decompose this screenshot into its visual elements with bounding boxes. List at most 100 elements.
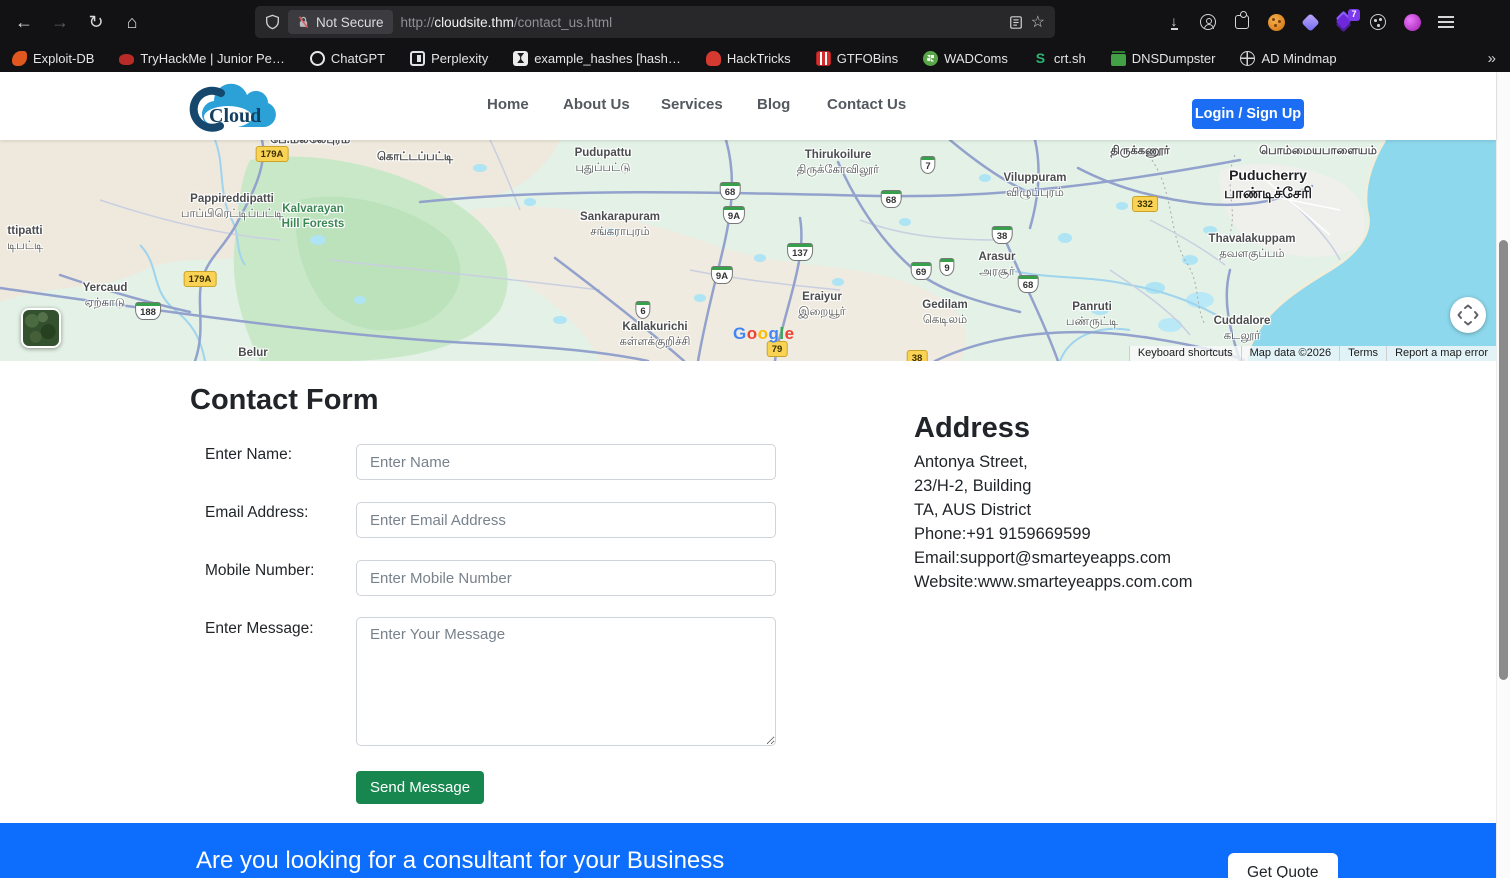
cloud-logo[interactable]: Cloud [186, 76, 284, 136]
security-chip[interactable]: Not Secure [288, 10, 393, 34]
tracking-shield-icon[interactable] [265, 14, 280, 30]
bookmark-item[interactable]: GTFOBins [816, 51, 898, 66]
google-logo-letter: g [769, 324, 780, 343]
pan-arrows-icon [1457, 304, 1479, 326]
google-logo-letter: e [785, 324, 795, 343]
browser-toolbar: ← → ↻ ⌂ Not Secure http://cloudsite.thm/… [0, 0, 1510, 44]
map-attribution-link[interactable]: Terms [1339, 346, 1386, 361]
toolbar-extensions: ↓ 7 [1164, 0, 1456, 44]
menu-icon[interactable] [1436, 12, 1456, 32]
page-content: Cloud Home About Us Services Blog Contact Us… [0, 72, 1510, 878]
satellite-view-toggle[interactable] [21, 308, 61, 348]
back-icon[interactable]: ← [10, 8, 38, 36]
downloads-icon[interactable]: ↓ [1164, 12, 1184, 32]
google-logo[interactable]: Google [733, 324, 795, 344]
contact-form-heading: Contact Form [190, 384, 379, 417]
map-pan-control[interactable] [1450, 297, 1486, 333]
road-badge: 38 [907, 350, 928, 361]
bookmark-item[interactable]: crt.sh [1033, 51, 1086, 66]
page-scrollbar-thumb[interactable] [1499, 240, 1508, 680]
bookmark-item[interactable]: Perplexity [410, 51, 488, 66]
broken-lock-icon [297, 15, 310, 29]
road-badge: 137 [787, 243, 813, 261]
bookmark-label: WADComs [944, 51, 1008, 66]
nav-link[interactable]: Services [661, 96, 723, 113]
mobile-input[interactable] [356, 560, 776, 596]
bookmark-label: GTFOBins [837, 51, 898, 66]
map-place-label: Viluppuramவிழுப்புரம் [1003, 171, 1066, 201]
bookmark-item[interactable]: AD Mindmap [1240, 51, 1336, 66]
bookmark-item[interactable]: DNSDumpster [1111, 51, 1216, 66]
google-map[interactable]: பே.மல்லேபுரம் கொட்டப்பட்டி Pudupattuபுது… [0, 140, 1496, 361]
map-attribution-link[interactable]: Keyboard shortcuts [1129, 346, 1241, 361]
map-place-label: திருக்கணூர் [1110, 144, 1169, 159]
security-label: Not Secure [316, 15, 384, 30]
bookmark-label: example_hashes [hash… [534, 51, 681, 66]
bookmark-favicon [1033, 51, 1048, 66]
address-line: 23/H-2, Building [914, 474, 1192, 498]
map-place-label: Yercaudஏற்காடு [83, 281, 128, 311]
address-bar[interactable]: Not Secure http://cloudsite.thm/contact_… [255, 6, 1055, 38]
bookmark-item[interactable]: example_hashes [hash… [513, 51, 681, 66]
account-icon[interactable] [1198, 12, 1218, 32]
gradient-diamond-extension-icon[interactable] [1300, 12, 1320, 32]
reload-icon[interactable]: ↻ [82, 8, 110, 36]
road-badge: 179A [184, 271, 217, 287]
bookmark-label: AD Mindmap [1261, 51, 1336, 66]
map-place-label: Pappireddipattiபாப்பிரெட்டிப்பட்டி [181, 192, 283, 222]
reader-view-icon[interactable] [1009, 15, 1023, 30]
bookmark-item[interactable]: ChatGPT [310, 51, 385, 66]
bookmark-star-icon[interactable]: ☆ [1031, 12, 1045, 32]
email-input[interactable] [356, 502, 776, 538]
message-textarea[interactable] [356, 617, 776, 746]
bookmark-favicon [513, 51, 528, 66]
road-badge: 332 [1132, 196, 1158, 212]
bookmark-item[interactable]: TryHackMe | Junior Pe… [119, 51, 285, 66]
bookmark-favicon [12, 51, 27, 66]
map-place-label: Thavalakuppamதவளகுப்பம் [1209, 232, 1296, 262]
url-text[interactable]: http://cloudsite.thm/contact_us.html [401, 15, 613, 30]
wappalyzer-extension-icon[interactable]: 7 [1334, 12, 1354, 32]
road-badge: 38 [992, 226, 1013, 244]
bookmark-label: DNSDumpster [1132, 51, 1216, 66]
cookie-extension-icon[interactable] [1368, 12, 1388, 32]
google-logo-letter: o [747, 324, 758, 343]
bookmark-favicon [816, 51, 831, 66]
map-attribution-link[interactable]: Report a map error [1386, 346, 1496, 361]
bookmark-item[interactable]: Exploit-DB [12, 51, 94, 66]
address-line: Website:www.smarteyeapps.com.com [914, 570, 1192, 594]
bookmark-label: ChatGPT [331, 51, 385, 66]
nav-link[interactable]: Contact Us [827, 96, 906, 113]
bookmark-item[interactable]: WADComs [923, 51, 1008, 66]
bookmark-label: Exploit-DB [33, 51, 94, 66]
proxy-extension-icon[interactable] [1402, 12, 1422, 32]
road-badge: 179A [256, 146, 289, 162]
bookmark-label: HackTricks [727, 51, 791, 66]
forward-icon[interactable]: → [46, 8, 74, 36]
map-place-label: Kallakurichiகள்ளக்குறிச்சி [620, 320, 691, 350]
bookmarks-overflow-icon[interactable]: » [1488, 44, 1496, 72]
pizza-extension-icon[interactable] [1266, 12, 1286, 32]
get-quote-button[interactable]: Get Quote [1228, 853, 1338, 878]
extensions-puzzle-icon[interactable] [1232, 12, 1252, 32]
map-place-label: Puducherryபாண்டிச்சேரி [1224, 166, 1312, 204]
extension-count-badge: 7 [1348, 9, 1360, 21]
map-place-label: Gedilamகெடிலம் [922, 298, 967, 328]
google-logo-letter: o [758, 324, 769, 343]
nav-link[interactable]: Blog [757, 96, 790, 113]
bookmark-item[interactable]: HackTricks [706, 51, 791, 66]
nav-link[interactable]: About Us [563, 96, 630, 113]
bookmark-favicon [119, 54, 134, 65]
login-signup-button[interactable]: Login / Sign Up [1192, 99, 1304, 129]
address-line: Antonya Street, [914, 450, 1192, 474]
map-place-label: Panrutiபண்ருட்டி [1066, 300, 1118, 330]
cta-band: Are you looking for a consultant for you… [0, 823, 1496, 878]
map-attribution-link[interactable]: Map data ©2026 [1241, 346, 1340, 361]
nav-link[interactable]: Home [487, 96, 529, 113]
map-place-label: Pudupattuபுதுப்பட்டு [575, 146, 632, 176]
name-input[interactable] [356, 444, 776, 480]
home-icon[interactable]: ⌂ [118, 8, 146, 36]
send-message-button[interactable]: Send Message [356, 771, 484, 804]
address-block: Antonya Street,23/H-2, BuildingTA, AUS D… [914, 450, 1192, 594]
road-badge: 9A [723, 206, 745, 224]
